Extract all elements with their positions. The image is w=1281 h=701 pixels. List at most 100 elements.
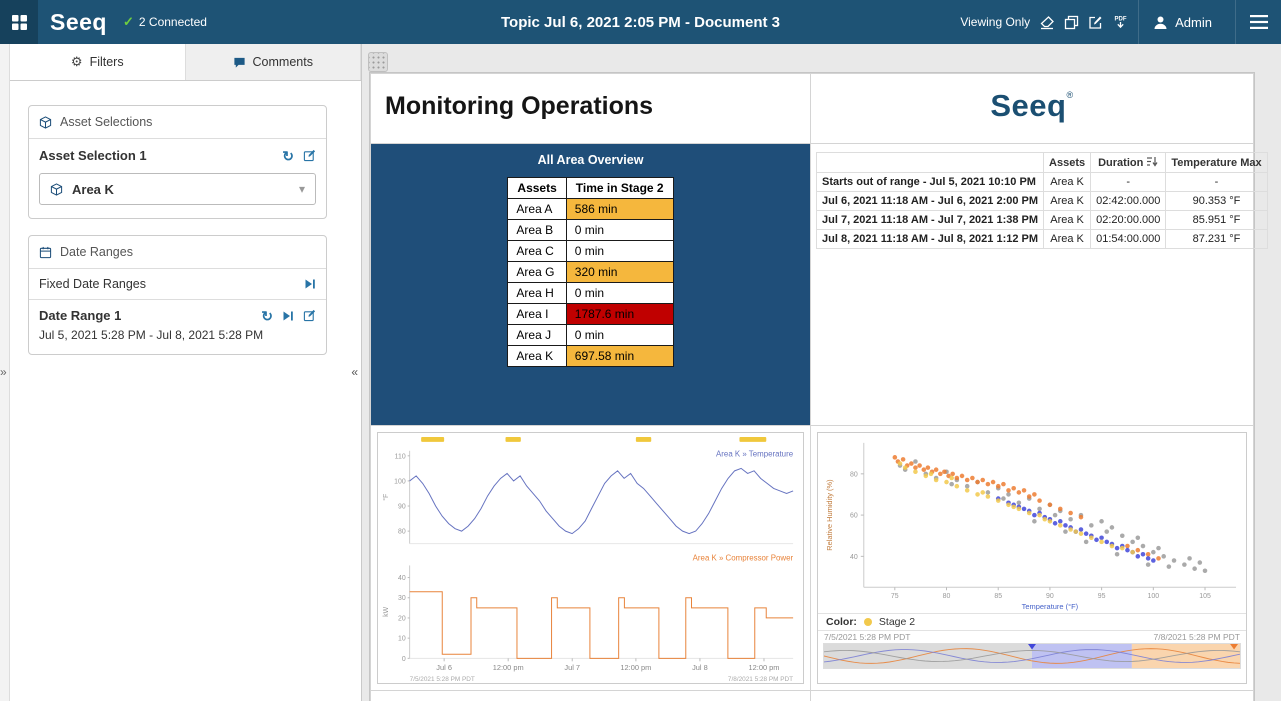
pencil-square-icon bbox=[303, 149, 316, 162]
svg-text:105: 105 bbox=[1199, 593, 1211, 600]
asset-selection-label: Asset Selection 1 bbox=[39, 148, 147, 163]
svg-text:0: 0 bbox=[402, 656, 406, 663]
edit-date-range-button[interactable] bbox=[303, 309, 316, 322]
connection-status-label: 2 Connected bbox=[139, 15, 207, 29]
refresh-icon[interactable]: ↻ bbox=[282, 149, 294, 163]
stage2-color-dot bbox=[864, 618, 872, 626]
svg-text:75: 75 bbox=[891, 593, 899, 600]
overview-row: Area I1787.6 min bbox=[508, 304, 673, 325]
seeq-logo[interactable]: Seeq bbox=[50, 9, 107, 36]
document-layout-table: Monitoring Operations Seeq® All Area Ove… bbox=[370, 73, 1254, 701]
empty-cell bbox=[811, 691, 1254, 701]
drag-handle-icon[interactable] bbox=[368, 52, 388, 72]
capsule-table-cell: Assets Duration Temperature Max Starts o… bbox=[811, 144, 1254, 426]
svg-text:°F: °F bbox=[382, 494, 390, 501]
duration-header-label: Duration bbox=[1098, 157, 1143, 169]
svg-text:12:00 pm: 12:00 pm bbox=[620, 663, 651, 672]
cube-icon bbox=[39, 116, 52, 129]
sidebar-panels: Asset Selections Asset Selection 1 ↻ Are… bbox=[10, 81, 361, 355]
topic-title: Topic Jul 6, 2021 2:05 PM - Document 3 bbox=[501, 14, 780, 31]
legend-entry-label: Stage 2 bbox=[879, 616, 915, 628]
svg-text:90: 90 bbox=[1046, 593, 1054, 600]
legend-color-label: Color: bbox=[826, 616, 857, 628]
svg-text:12:00 pm: 12:00 pm bbox=[749, 663, 780, 672]
tab-filters-label: Filters bbox=[90, 55, 124, 69]
sidebar: ⚙ Filters Comments Asset Selections Asse… bbox=[10, 44, 362, 701]
capsule-table: Assets Duration Temperature Max Starts o… bbox=[816, 152, 1268, 249]
step-date-range-button[interactable] bbox=[282, 310, 294, 322]
app-switcher-button[interactable] bbox=[0, 0, 38, 44]
overview-row: Area B0 min bbox=[508, 220, 673, 241]
trend-chart-svg: 1101009080°FArea K » Temperature40302010… bbox=[378, 433, 803, 683]
svg-text:Jul 6: Jul 6 bbox=[436, 663, 452, 672]
svg-text:30: 30 bbox=[398, 595, 406, 602]
sort-icon bbox=[1146, 156, 1158, 167]
scatter-legend: Color: Stage 2 bbox=[818, 613, 1246, 631]
tab-comments[interactable]: Comments bbox=[186, 44, 362, 80]
fixed-date-ranges-label: Fixed Date Ranges bbox=[39, 277, 146, 291]
svg-text:Temperature (°F): Temperature (°F) bbox=[1022, 602, 1079, 611]
seeq-logo-text: Seeq bbox=[990, 88, 1066, 123]
tab-filters[interactable]: ⚙ Filters bbox=[10, 44, 186, 80]
overview-row: Area G320 min bbox=[508, 262, 673, 283]
date-ranges-title: Date Ranges bbox=[60, 245, 133, 259]
viewing-only-label: Viewing Only bbox=[960, 15, 1030, 29]
fixed-date-ranges-row: Fixed Date Ranges bbox=[29, 269, 326, 300]
check-icon: ✓ bbox=[123, 14, 134, 30]
scatter-chart[interactable]: 4060807580859095100105Temperature (°F)Re… bbox=[817, 432, 1247, 684]
gear-icon: ⚙ bbox=[71, 54, 83, 70]
svg-text:80: 80 bbox=[850, 471, 858, 478]
refresh-icon[interactable]: ↻ bbox=[261, 309, 273, 323]
main-menu-button[interactable] bbox=[1235, 0, 1281, 44]
svg-text:80: 80 bbox=[398, 529, 406, 536]
overview-row: Area J0 min bbox=[508, 325, 673, 346]
hamburger-icon bbox=[1250, 15, 1268, 29]
step-all-button[interactable] bbox=[304, 278, 316, 290]
asset-selections-panel: Asset Selections Asset Selection 1 ↻ Are… bbox=[28, 105, 327, 219]
svg-text:Jul 8: Jul 8 bbox=[692, 663, 708, 672]
connection-status[interactable]: ✓ 2 Connected bbox=[123, 14, 207, 30]
comment-icon bbox=[233, 56, 246, 69]
svg-text:Area K » Compressor Power: Area K » Compressor Power bbox=[693, 553, 794, 562]
svg-text:60: 60 bbox=[850, 513, 858, 520]
clear-annotations-button[interactable] bbox=[1039, 15, 1055, 30]
overview-row: Area H0 min bbox=[508, 283, 673, 304]
svg-text:100: 100 bbox=[1148, 593, 1160, 600]
timeline-minimap[interactable] bbox=[823, 643, 1241, 669]
tab-comments-label: Comments bbox=[253, 55, 313, 69]
eraser-icon bbox=[1039, 15, 1055, 30]
overview-row: Area C0 min bbox=[508, 241, 673, 262]
edit-document-button[interactable] bbox=[1088, 15, 1103, 30]
date-range-row: Date Range 1 ↻ Jul 5, 2021 5:28 PM - Jul… bbox=[29, 300, 326, 354]
table-row: Jul 7, 2021 11:18 AM - Jul 7, 2021 1:38 … bbox=[817, 211, 1268, 230]
expand-panel-handle[interactable]: » bbox=[0, 366, 7, 378]
overview-row: Area A586 min bbox=[508, 199, 673, 220]
duplicate-document-button[interactable] bbox=[1064, 15, 1079, 30]
trend-chart[interactable]: 1101009080°FArea K » Temperature40302010… bbox=[377, 432, 804, 684]
minimap-svg bbox=[824, 644, 1240, 668]
calendar-icon bbox=[39, 246, 52, 259]
svg-text:40: 40 bbox=[850, 554, 858, 561]
asset-dropdown[interactable]: Area K ▾ bbox=[39, 173, 316, 205]
asset-dropdown-value: Area K bbox=[72, 182, 114, 197]
collapse-sidebar-handle[interactable]: « bbox=[351, 366, 358, 378]
table-row: Starts out of range - Jul 5, 2021 10:10 … bbox=[817, 173, 1268, 192]
svg-text:Area K » Temperature: Area K » Temperature bbox=[716, 450, 794, 459]
user-menu[interactable]: Admin bbox=[1138, 0, 1226, 44]
main-area: Monitoring Operations Seeq® All Area Ove… bbox=[362, 44, 1281, 701]
captable-col-assets: Assets bbox=[1044, 153, 1091, 173]
table-row: Jul 6, 2021 11:18 AM - Jul 6, 2021 2:00 … bbox=[817, 192, 1268, 211]
svg-text:12:00 pm: 12:00 pm bbox=[493, 663, 524, 672]
scatter-timestamps: 7/5/2021 5:28 PM PDT 7/8/2021 5:28 PM PD… bbox=[818, 631, 1246, 643]
asset-selections-title: Asset Selections bbox=[60, 115, 152, 129]
svg-text:95: 95 bbox=[1098, 593, 1106, 600]
svg-text:Jul 7: Jul 7 bbox=[564, 663, 580, 672]
edit-asset-selection-button[interactable] bbox=[303, 149, 316, 162]
svg-text:10: 10 bbox=[398, 636, 406, 643]
empty-cell bbox=[371, 691, 811, 701]
pdf-export-button[interactable]: PDF bbox=[1112, 14, 1129, 30]
captable-col-duration[interactable]: Duration bbox=[1091, 153, 1166, 173]
captable-col-range bbox=[817, 153, 1044, 173]
copy-icon bbox=[1064, 15, 1079, 30]
edit-icon bbox=[1088, 15, 1103, 30]
